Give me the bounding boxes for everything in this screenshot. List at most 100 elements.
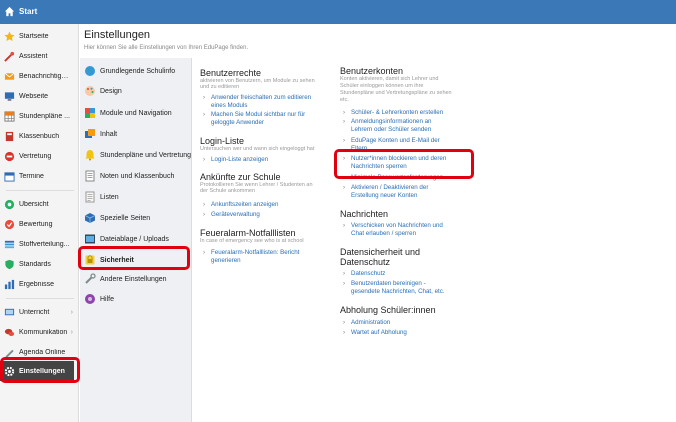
link-ankunftszeiten[interactable]: Ankunftszeiten anzeigen [199, 201, 278, 209]
sidebar-item-label: Startseite [19, 32, 49, 40]
link-text: geloggte Anwender [211, 119, 264, 126]
top-bar: Start [0, 0, 676, 24]
category-label: Stundenpläne und Vertretung [100, 151, 192, 159]
sidebar-item-einstellungen[interactable]: Einstellungen [0, 361, 74, 381]
sidebar-item-ergebnisse[interactable]: Ergebnisse [0, 274, 79, 294]
link-administration[interactable]: Administration [339, 319, 390, 327]
sidebar-item-label: Ergebnisse [19, 280, 55, 288]
section-desc: In case of emergency see who is at schoo… [200, 238, 304, 244]
category-grundlegende-schulinfo[interactable]: Grundlegende Schulinfo [80, 61, 192, 81]
link-text: Nutzer*innen blockieren und deren [351, 155, 447, 162]
section-title-benutzerrechte: Benutzerrechte [200, 68, 262, 78]
link-text: generieren [211, 257, 241, 264]
category-label: Andere Einstellungen [100, 275, 167, 283]
section-title-login-liste: Login-Liste [200, 136, 245, 146]
content-icon [85, 129, 95, 138]
wand-icon [4, 51, 15, 62]
link-konten-erstellung[interactable]: Aktivieren / Deaktivieren der Erstellung… [339, 184, 428, 200]
link-passwortanforderungen[interactable]: Minimale Passwortanforderungen [339, 174, 443, 182]
link-login-liste[interactable]: Login-Liste anzeigen [199, 156, 268, 164]
link-edupage-konten[interactable]: EduPage Konten und E-Mail der Eltern [339, 137, 440, 153]
bell-icon [85, 150, 95, 161]
sidebar-item-label: Übersicht [19, 200, 49, 208]
sidebar-item-label: Vertretung [19, 152, 52, 160]
link-wartet-auf-abholung[interactable]: Wartet auf Abholung [339, 329, 407, 337]
category-dateiablage[interactable]: Dateiablage / Uploads [80, 229, 192, 249]
chevron-right-icon: › [70, 308, 73, 316]
page-subtitle: Hier können Sie alle Einstellungen von I… [84, 45, 249, 51]
link-text: Chat erlauben / sperren [351, 230, 417, 237]
sidebar-item-webseite[interactable]: Webseite [0, 86, 79, 106]
link-text: Verschicken von Nachrichten und [351, 222, 443, 229]
sidebar-item-bewertung[interactable]: Bewertung [0, 214, 79, 234]
category-design[interactable]: Design [80, 81, 192, 101]
category-hilfe[interactable]: Hilfe [80, 289, 192, 309]
chart-icon [4, 279, 15, 289]
category-andere-einstellungen[interactable]: Andere Einstellungen [80, 269, 192, 289]
section-title-nachrichten: Nachrichten [340, 209, 389, 219]
section-desc: etc. [340, 97, 349, 103]
sidebar-item-agenda-online[interactable]: Agenda Online [0, 342, 79, 362]
category-sicherheit[interactable]: Sicherheit [80, 250, 192, 270]
sidebar-item-label: Agenda Online [19, 348, 66, 356]
section-title-ankuenfte: Ankünfte zur Schule [200, 172, 281, 182]
link-konten-erstellen[interactable]: Schüler- & Lehrerkonten erstellen [339, 109, 443, 117]
category-stundenplaene-vertretung[interactable]: Stundenpläne und Vertretung [80, 145, 192, 165]
sidebar-item-benachrichtigungen[interactable]: Benachrichtigu... [0, 66, 79, 86]
sidebar-item-label: Stoffverteilung... [19, 240, 70, 248]
link-text: Anmeldungsinformationen an [351, 118, 432, 125]
cube-icon [84, 213, 96, 223]
link-benutzerdaten-bereinigen[interactable]: Benutzerdaten bereinigen - gesendete Nac… [339, 280, 445, 296]
category-label: Sicherheit [100, 256, 134, 264]
link-feueralarm-bericht[interactable]: Feueralarm-Notfalllisten: Bericht generi… [199, 249, 299, 265]
category-label: Dateiablage / Uploads [100, 235, 169, 243]
link-modul-sichtbar[interactable]: Machen Sie Modul sichtbar nur für gelogg… [199, 111, 305, 127]
category-label: Inhalt [100, 130, 118, 138]
sidebar-item-kommunikation[interactable]: Kommunikation › [0, 322, 79, 342]
app-title[interactable]: Start [19, 7, 37, 16]
sidebar-item-label: Unterricht [19, 308, 50, 316]
link-text: EduPage Konten und E-Mail der [351, 137, 440, 144]
globe-icon [85, 66, 95, 76]
link-nachrichten-chat[interactable]: Verschicken von Nachrichten und Chat erl… [339, 222, 443, 238]
help-icon [85, 294, 95, 304]
sidebar-item-stundenplaene[interactable]: Stundenpläne ... [0, 106, 79, 126]
sidebar-item-uebersicht[interactable]: Übersicht [0, 194, 79, 214]
link-text: Eltern [351, 145, 368, 152]
sidebar-item-termine[interactable]: Termine [0, 166, 79, 186]
sidebar-item-label: Assistent [19, 52, 48, 60]
section-desc: und zu editieren [200, 84, 240, 90]
link-text: Lehrern oder Schüler senden [351, 126, 432, 133]
link-text: Anwender freischalten zum editieren [211, 94, 312, 101]
sidebar-item-standards[interactable]: Standards [0, 254, 79, 274]
link-anmeldungsinformationen[interactable]: Anmeldungsinformationen an Lehrern oder … [339, 118, 432, 134]
home-icon[interactable] [4, 6, 15, 17]
link-text: Feueralarm-Notfalllisten: Bericht [211, 249, 300, 256]
sidebar-item-label: Bewertung [19, 220, 53, 228]
lesson-icon [4, 308, 15, 315]
sidebar-item-startseite[interactable]: Startseite [0, 26, 79, 46]
agenda-icon [5, 349, 14, 358]
category-spezielle-seiten[interactable]: Spezielle Seiten [80, 208, 192, 228]
folder-icon [85, 234, 95, 244]
link-datenschutz[interactable]: Datenschutz [339, 270, 385, 278]
sidebar-divider [6, 190, 74, 191]
sidebar-item-assistent[interactable]: Assistent [0, 46, 79, 66]
link-anwender-freischalten[interactable]: Anwender freischalten zum editieren eine… [199, 94, 311, 110]
link-nutzer-blockieren[interactable]: Nutzer*innen blockieren und deren Nachri… [339, 155, 446, 171]
book-icon [5, 131, 14, 141]
category-module-navigation[interactable]: Module und Navigation [80, 103, 192, 123]
category-noten-klassenbuch[interactable]: Noten und Klassenbuch [80, 166, 192, 186]
sidebar-item-vertretung[interactable]: Vertretung [0, 146, 79, 166]
link-geraeteverwaltung[interactable]: Geräteverwaltung [199, 211, 260, 219]
link-text: Aktivieren / Deaktivieren der [351, 184, 429, 191]
sidebar-item-stoffverteilung[interactable]: Stoffverteilung... [0, 234, 79, 254]
sidebar-item-unterricht[interactable]: Unterricht › [0, 302, 79, 322]
category-listen[interactable]: Listen [80, 187, 192, 207]
sidebar-item-klassenbuch[interactable]: Klassenbuch [0, 126, 79, 146]
link-text: gesendete Nachrichten, Chat, etc. [351, 288, 445, 295]
settings-category-list: Grundlegende Schulinfo Design Module und… [80, 58, 192, 422]
category-inhalt[interactable]: Inhalt [80, 124, 192, 144]
section-desc: der Schule ankommen [200, 188, 256, 194]
chevron-right-icon: › [70, 328, 73, 336]
